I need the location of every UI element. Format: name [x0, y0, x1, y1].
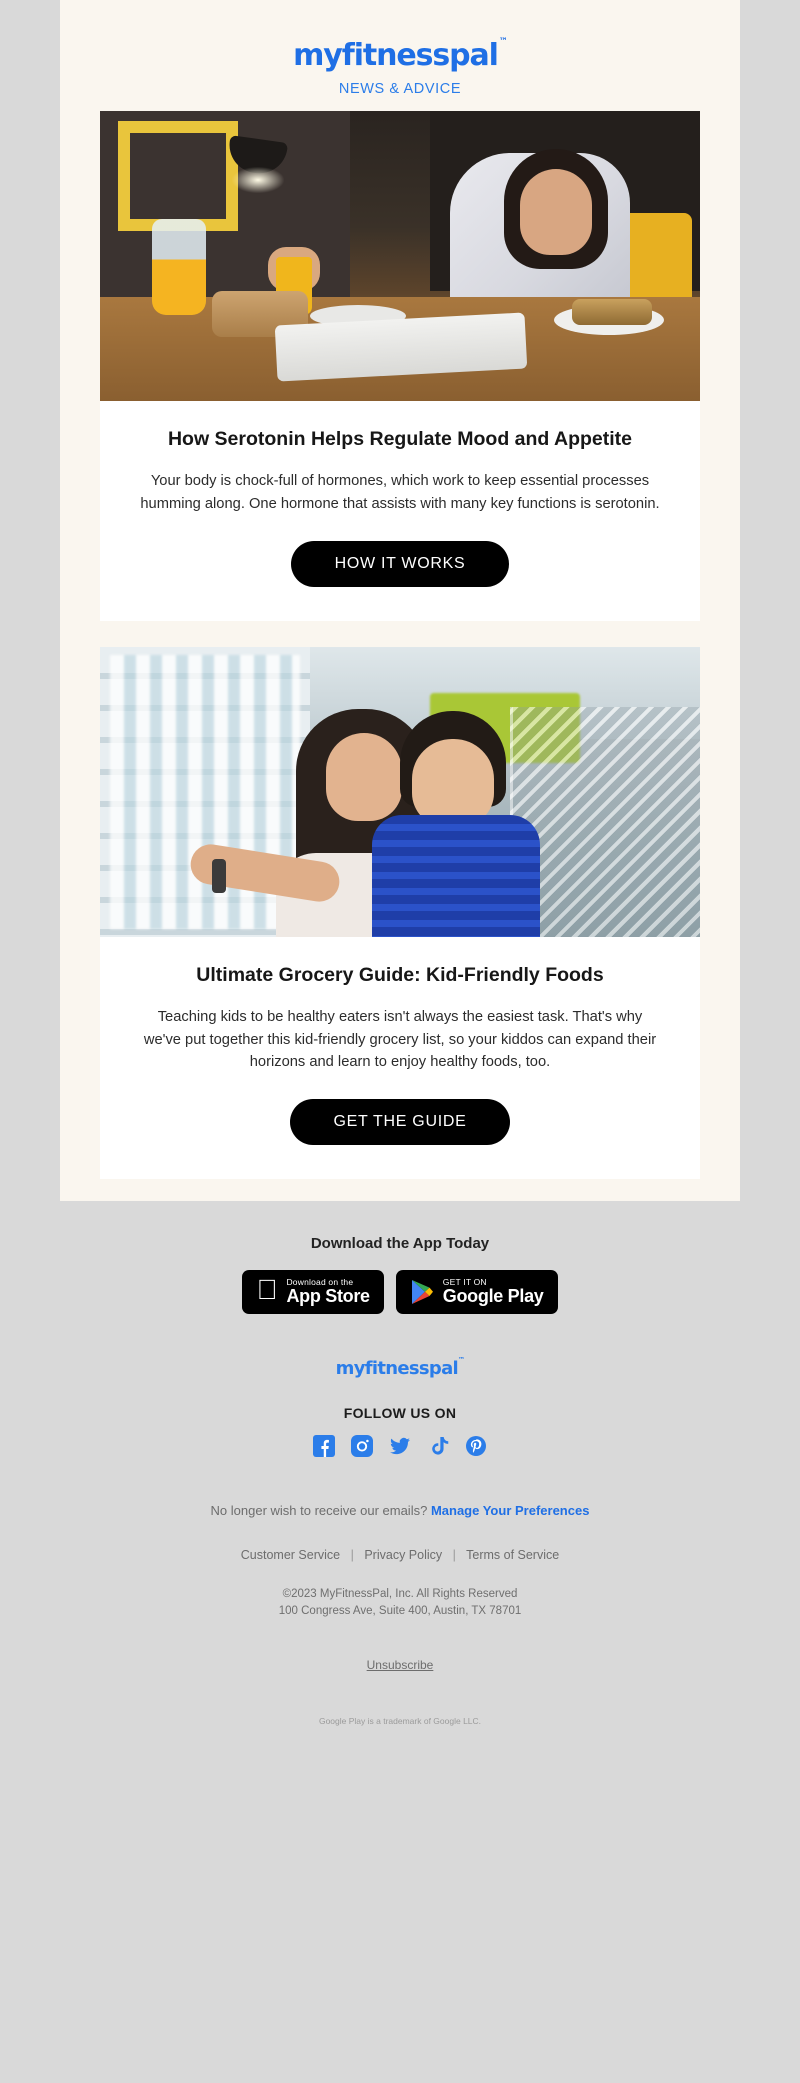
- social-links: [0, 1435, 800, 1458]
- email-footer: Download the App Today  Download on the…: [0, 1201, 800, 1782]
- hero-sandwich: [572, 299, 652, 325]
- hero-child-face: [412, 739, 494, 828]
- pinterest-icon[interactable]: [465, 1435, 487, 1457]
- twitter-icon[interactable]: [389, 1435, 411, 1457]
- privacy-policy-link[interactable]: Privacy Policy: [364, 1548, 442, 1562]
- terms-of-service-link[interactable]: Terms of Service: [466, 1548, 559, 1562]
- address-line: 100 Congress Ave, Suite 400, Austin, TX …: [278, 1604, 522, 1617]
- article-title: Ultimate Grocery Guide: Kid-Friendly Foo…: [196, 964, 604, 987]
- google-play-badge-big: Google Play: [432, 1286, 544, 1307]
- google-play-badge[interactable]: GET IT ON Google Play: [395, 1270, 558, 1315]
- article-cta-button[interactable]: GET THE GUIDE: [289, 1099, 511, 1146]
- article-body: Ultimate Grocery Guide: Kid-Friendly Foo…: [100, 937, 700, 1179]
- preferences-text: No longer wish to receive our emails?: [210, 1503, 428, 1519]
- article-card: Ultimate Grocery Guide: Kid-Friendly Foo…: [100, 647, 700, 1180]
- download-app-heading: Download the App Today: [310, 1235, 490, 1253]
- article-body: How Serotonin Helps Regulate Mood and Ap…: [100, 401, 700, 621]
- article-cta-button[interactable]: HOW IT WORKS: [290, 541, 510, 588]
- follow-us-heading: FOLLOW US ON: [343, 1405, 457, 1422]
- brand-logo[interactable]: myfitnesspal™: [293, 37, 508, 73]
- article-card: How Serotonin Helps Regulate Mood and Ap…: [100, 111, 700, 622]
- copyright-line: ©2023 MyFitnessPal, Inc. All Rights Rese…: [282, 1588, 518, 1601]
- facebook-icon[interactable]: [313, 1435, 335, 1458]
- hero-lamp-glow: [232, 167, 284, 193]
- link-separator: |: [350, 1548, 354, 1563]
- newsletter-panel: myfitnesspal™ NEWS & ADVICE How Serotoni…: [60, 0, 740, 1202]
- apple-icon: : [256, 1276, 277, 1304]
- hero-child-striped-shirt: [372, 815, 540, 938]
- trademark-icon: ™: [458, 1356, 465, 1365]
- hero-person-face: [520, 169, 592, 255]
- email-header: myfitnesspal™ NEWS & ADVICE: [60, 0, 740, 111]
- google-play-icon: [410, 1279, 434, 1305]
- google-play-trademark-note: Google Play is a trademark of Google LLC…: [318, 1715, 482, 1726]
- app-store-badge[interactable]:  Download on the App Store: [242, 1270, 384, 1315]
- article-title: How Serotonin Helps Regulate Mood and Ap…: [167, 428, 633, 450]
- newsletter-subtitle: NEWS & ADVICE: [338, 81, 462, 97]
- article-description: Teaching kids to be healthy eaters isn't…: [143, 1009, 657, 1071]
- unsubscribe-link[interactable]: Unsubscribe: [367, 1658, 434, 1672]
- footer-brand-logo-text: myfitnesspal: [335, 1358, 459, 1380]
- hero-mother-face: [326, 733, 402, 822]
- customer-service-link[interactable]: Customer Service: [241, 1548, 340, 1562]
- link-separator: |: [452, 1548, 456, 1563]
- article-description: Your body is chock-full of hormones, whi…: [140, 473, 660, 512]
- footer-brand-logo[interactable]: myfitnesspal™: [335, 1356, 465, 1380]
- copyright-block: ©2023 MyFitnessPal, Inc. All Rights Rese…: [0, 1586, 800, 1619]
- brand-logo-text: myfitnesspal: [293, 38, 499, 73]
- footer-links: Customer Service | Privacy Policy | Term…: [0, 1548, 800, 1562]
- app-store-badge-big: App Store: [275, 1286, 370, 1307]
- email-body: myfitnesspal™ NEWS & ADVICE How Serotoni…: [0, 0, 800, 1782]
- instagram-icon[interactable]: [351, 1435, 373, 1458]
- preferences-line: No longer wish to receive our emails? Ma…: [0, 1503, 800, 1518]
- article-hero-image[interactable]: [100, 647, 700, 938]
- article-hero-image[interactable]: [100, 111, 700, 401]
- app-badges:  Download on the App Store GET IT ON: [0, 1270, 800, 1315]
- manage-preferences-link[interactable]: Manage Your Preferences: [431, 1503, 589, 1518]
- tiktok-icon[interactable]: [427, 1435, 449, 1457]
- trademark-icon: ™: [498, 37, 508, 47]
- hero-juice-jug: [152, 219, 206, 315]
- footer-logo-row: myfitnesspal™: [0, 1356, 800, 1405]
- hero-yellow-frame: [118, 121, 238, 231]
- hero-wristband: [212, 859, 226, 894]
